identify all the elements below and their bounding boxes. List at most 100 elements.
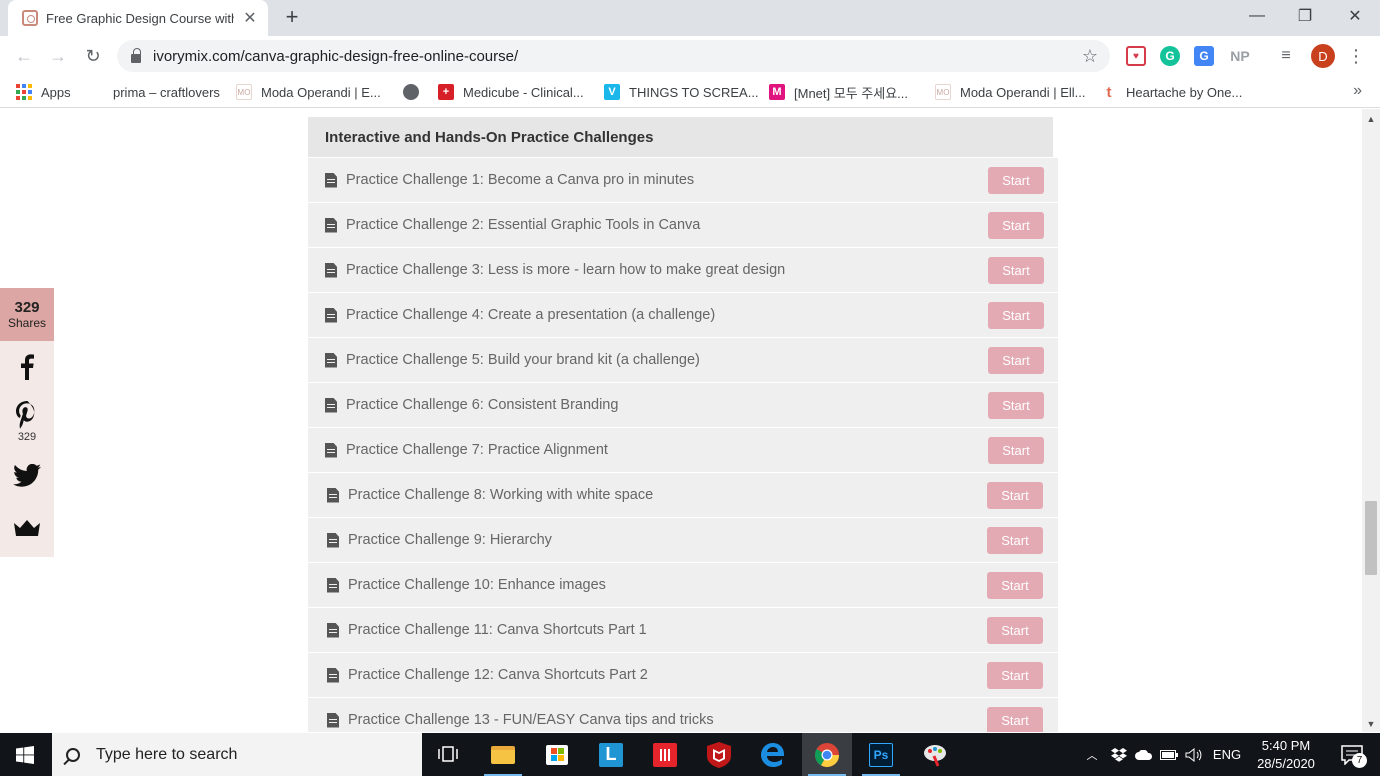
restore-window-button[interactable]: ❐ [1281,0,1329,32]
taskbar-clock[interactable]: 5:40 PM 28/5/2020 [1245,737,1327,773]
address-bar[interactable]: ivorymix.com/canva-graphic-design-free-o… [117,40,1110,72]
bookmark-globe[interactable] [403,82,428,102]
show-hidden-icons-button[interactable]: ︿ [1083,733,1101,776]
lesson-row[interactable]: Practice Challenge 9: Hierarchy Start [308,518,1058,563]
start-button[interactable]: Start [988,437,1044,464]
bookmarks-overflow-icon[interactable]: » [1353,82,1362,100]
page-scrollbar[interactable]: ▲ ▼ [1362,109,1380,732]
start-button[interactable]: Start [987,482,1043,509]
back-button[interactable]: ← [12,44,36,68]
start-button[interactable]: Start [988,167,1044,194]
bookmark-moda-operandi-1[interactable]: MO Moda Operandi | E... [236,82,381,102]
lesson-title[interactable]: Practice Challenge 10: Enhance images [348,577,606,593]
lesson-row[interactable]: Practice Challenge 6: Consistent Brandin… [308,383,1058,428]
url-text[interactable]: ivorymix.com/canva-graphic-design-free-o… [153,48,1070,65]
lesson-title[interactable]: Practice Challenge 13 - FUN/EASY Canva t… [348,712,714,728]
lesson-row[interactable]: Practice Challenge 13 - FUN/EASY Canva t… [308,698,1058,732]
paint-button[interactable] [910,733,960,776]
action-center-button[interactable]: 7 [1332,733,1372,776]
lesson-row[interactable]: Practice Challenge 1: Become a Canva pro… [308,158,1058,203]
browser-menu-icon[interactable]: ⋮ [1346,44,1366,68]
bookmark-heartache[interactable]: t Heartache by One... [1101,82,1243,102]
lesson-title[interactable]: Practice Challenge 2: Essential Graphic … [346,217,700,233]
chrome-button[interactable] [802,733,852,776]
pocket-extension-icon[interactable]: ♥ [1126,46,1146,66]
taskbar-search[interactable]: Type here to search [52,733,422,776]
scroll-down-icon[interactable]: ▼ [1362,716,1380,732]
page-viewport: Interactive and Hands-On Practice Challe… [0,109,1362,732]
start-button[interactable]: Start [988,257,1044,284]
tab-close-icon[interactable]: ✕ [242,8,258,28]
lesson-title[interactable]: Practice Challenge 4: Create a presentat… [346,307,715,323]
bookmark-star-icon[interactable]: ☆ [1070,46,1110,67]
translate-extension-icon[interactable]: G [1194,46,1214,66]
battery-icon[interactable] [1158,733,1180,776]
facebook-share-button[interactable] [0,354,54,380]
lesson-title[interactable]: Practice Challenge 3: Less is more - lea… [346,262,785,278]
lesson-title[interactable]: Practice Challenge 7: Practice Alignment [346,442,608,458]
browser-tab-active[interactable]: Free Graphic Design Course with Canva ✕ [8,0,268,36]
windows-taskbar: Type here to search L Ps ︿ ENG 5:40 PM 2… [0,733,1380,776]
lesson-row[interactable]: Practice Challenge 8: Working with white… [308,473,1058,518]
start-button[interactable]: Start [987,572,1043,599]
crown-share-button[interactable] [0,520,54,536]
start-button[interactable]: Start [987,527,1043,554]
reading-list-icon[interactable]: ≡ [1276,46,1296,66]
language-indicator[interactable]: ENG [1210,733,1244,776]
lesson-row[interactable]: Practice Challenge 11: Canva Shortcuts P… [308,608,1058,653]
lesson-title[interactable]: Practice Challenge 6: Consistent Brandin… [346,397,618,413]
start-button[interactable]: Start [987,707,1043,732]
lesson-row[interactable]: Practice Challenge 4: Create a presentat… [308,293,1058,338]
l-app-button[interactable]: L [586,733,636,776]
start-button[interactable]: Start [988,302,1044,329]
lesson-row[interactable]: Practice Challenge 5: Build your brand k… [308,338,1058,383]
task-view-button[interactable] [423,733,473,776]
browser-toolbar: ← → ↻ ivorymix.com/canva-graphic-design-… [0,36,1380,76]
scroll-up-icon[interactable]: ▲ [1362,111,1380,127]
lesson-row[interactable]: Practice Challenge 2: Essential Graphic … [308,203,1058,248]
photoshop-button[interactable]: Ps [856,733,906,776]
bookmark-things-to-scream[interactable]: V THINGS TO SCREA... [604,82,759,102]
lesson-row[interactable]: Practice Challenge 12: Canva Shortcuts P… [308,653,1058,698]
bookmark-prima[interactable]: prima – craftlovers [113,82,220,102]
bookmark-moda-operandi-2[interactable]: MO Moda Operandi | Ell... [935,82,1086,102]
lesson-title[interactable]: Practice Challenge 9: Hierarchy [348,532,552,548]
minimize-window-button[interactable]: — [1233,0,1281,32]
file-explorer-button[interactable] [478,733,528,776]
close-window-button[interactable]: ✕ [1331,0,1379,32]
lesson-row[interactable]: Practice Challenge 10: Enhance images Sta… [308,563,1058,608]
onedrive-icon[interactable] [1133,733,1155,776]
mcafee-button[interactable] [694,733,744,776]
bookmark-medicube[interactable]: + Medicube - Clinical... [438,82,584,102]
start-button[interactable]: Start [987,617,1043,644]
pinterest-share-button[interactable]: 329 [0,401,54,443]
scroll-thumb[interactable] [1365,501,1377,575]
twitter-share-button[interactable] [0,464,54,487]
lesson-title[interactable]: Practice Challenge 12: Canva Shortcuts P… [348,667,648,683]
start-button[interactable]: Start [987,662,1043,689]
dropbox-icon[interactable] [1108,733,1130,776]
lesson-row[interactable]: Practice Challenge 7: Practice Alignment… [308,428,1058,473]
profile-avatar[interactable]: D [1311,44,1335,68]
red-app-button[interactable] [640,733,690,776]
lesson-title[interactable]: Practice Challenge 11: Canva Shortcuts P… [348,622,647,638]
volume-icon[interactable] [1183,733,1205,776]
document-icon [325,307,337,323]
grammarly-extension-icon[interactable]: G [1160,46,1180,66]
windows-start-button[interactable] [0,733,50,776]
start-button[interactable]: Start [988,212,1044,239]
np-extension-icon[interactable]: NP [1228,46,1252,66]
bookmark-mnet[interactable]: M [Mnet] 모두 주세요... [769,82,908,102]
start-button[interactable]: Start [988,347,1044,374]
lesson-title[interactable]: Practice Challenge 8: Working with white… [348,487,653,503]
forward-button[interactable]: → [46,44,70,68]
new-tab-button[interactable]: + [280,6,304,30]
start-button[interactable]: Start [988,392,1044,419]
edge-button[interactable] [748,733,798,776]
lesson-row[interactable]: Practice Challenge 3: Less is more - lea… [308,248,1058,293]
lesson-title[interactable]: Practice Challenge 1: Become a Canva pro… [346,172,694,188]
store-button[interactable] [532,733,582,776]
reload-button[interactable]: ↻ [81,44,105,68]
bookmark-apps[interactable]: Apps [16,82,71,102]
lesson-title[interactable]: Practice Challenge 5: Build your brand k… [346,352,700,368]
